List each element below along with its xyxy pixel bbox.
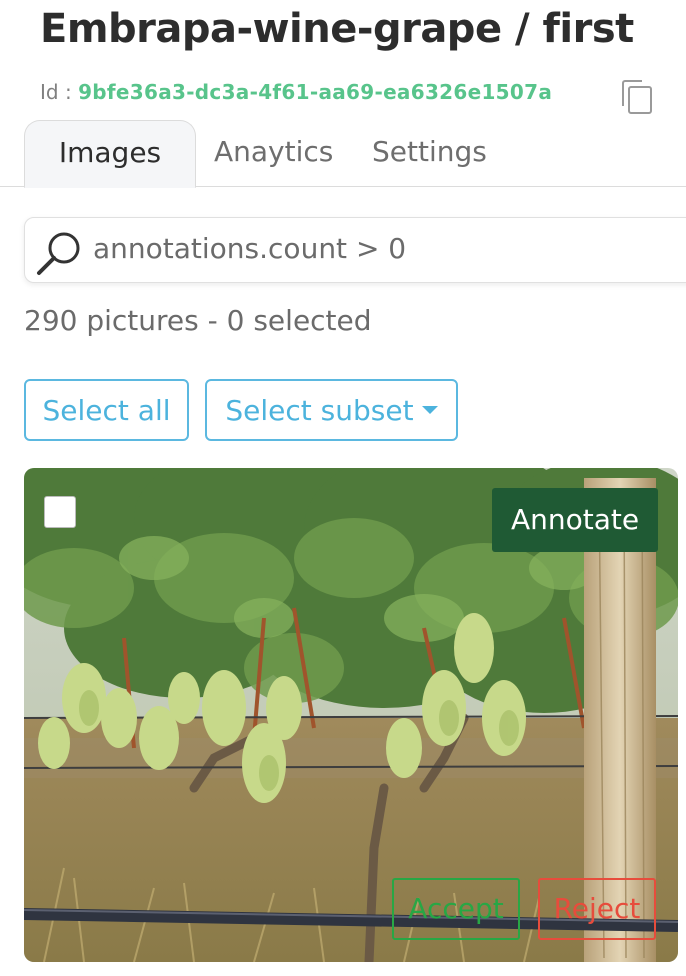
select-image-checkbox[interactable] [44,496,76,528]
search-bar[interactable]: annotations.count > 0 [24,217,686,283]
accept-button[interactable]: Accept [392,878,520,940]
dataset-id-row: Id : 9bfe36a3-dc3a-4f61-aa69-ea6326e1507… [40,80,552,104]
search-icon [37,232,80,275]
select-subset-button[interactable]: Select subset [205,379,458,441]
caret-down-icon [421,406,438,414]
select-all-button[interactable]: Select all [24,379,189,441]
search-input[interactable]: annotations.count > 0 [93,232,406,265]
tab-images[interactable]: Images [24,120,196,188]
reject-button[interactable]: Reject [538,878,656,940]
id-value: 9bfe36a3-dc3a-4f61-aa69-ea6326e1507a [78,80,553,104]
select-all-label: Select all [42,394,171,427]
selection-summary: 290 pictures - 0 selected [24,304,372,337]
tab-bar: Images Anaytics Settings [0,120,686,188]
page-title: Embrapa-wine-grape / first [40,6,634,52]
tab-settings[interactable]: Settings [372,120,487,186]
image-card[interactable]: Annotate Accept Reject [24,468,678,962]
tab-analytics[interactable]: Anaytics [214,120,333,186]
id-label: Id : [40,80,72,104]
annotate-button[interactable]: Annotate [492,488,658,552]
select-subset-label: Select subset [225,394,414,427]
copy-icon[interactable] [620,78,652,114]
